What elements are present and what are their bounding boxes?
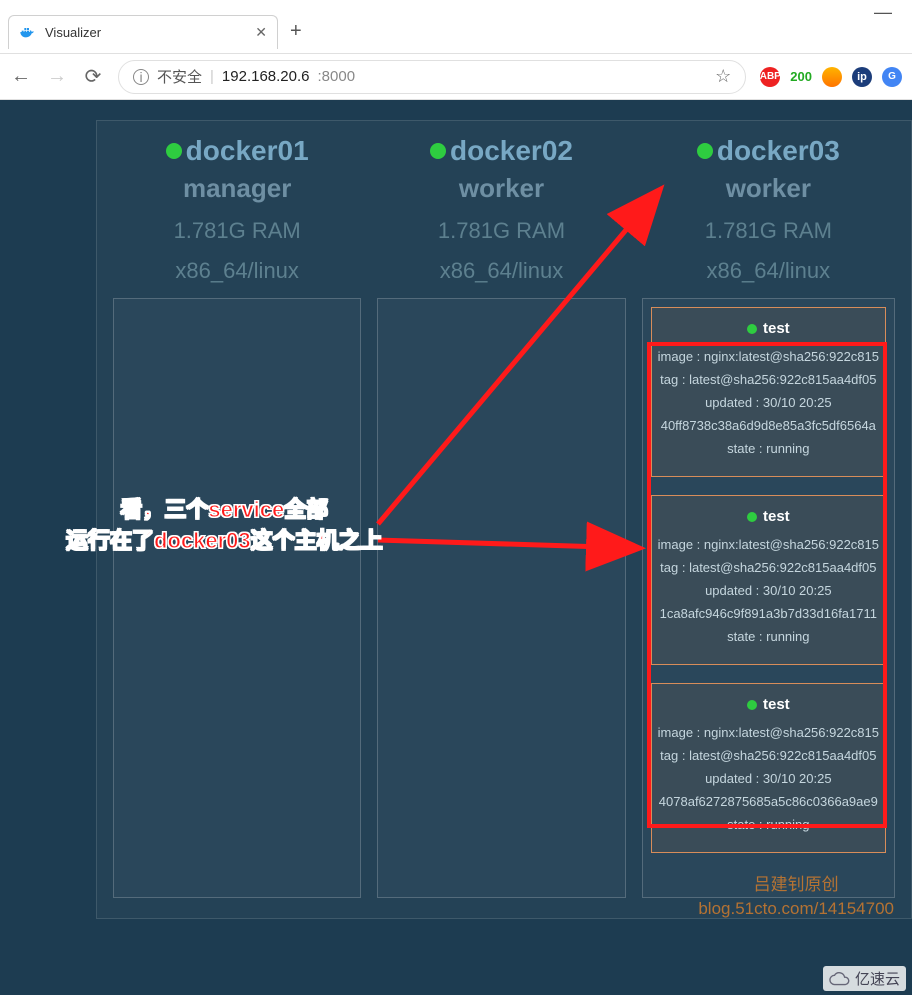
task-area: test image : nginx:latest@sha256:922c815… <box>642 298 895 898</box>
task-id: 40ff8738c38a6d9d8e85a3fc5df6564a <box>658 418 879 433</box>
task-title: test <box>658 508 879 525</box>
translate-icon[interactable]: G <box>882 67 902 87</box>
adblock-icon[interactable]: ABP <box>760 67 780 87</box>
task-tag: tag : latest@sha256:922c815aa4df05 <box>658 560 879 575</box>
annotation-line1: 看，三个service全部 <box>120 497 328 522</box>
extension-badge: 200 <box>790 69 812 84</box>
task-state: state : running <box>658 817 879 832</box>
task-card[interactable]: test image : nginx:latest@sha256:922c815… <box>651 307 886 477</box>
node-docker03: docker03 worker 1.781G RAM x86_64/linux … <box>642 135 895 898</box>
node-role: manager <box>166 173 309 204</box>
task-id: 4078af6272875685a5c86c0366a9ae9 <box>658 794 879 809</box>
security-label: 不安全 <box>157 66 202 87</box>
node-arch: x86_64/linux <box>697 258 840 284</box>
task-image: image : nginx:latest@sha256:922c815 <box>658 725 879 740</box>
task-updated: updated : 30/10 20:25 <box>658 583 879 598</box>
status-dot-icon <box>430 143 446 159</box>
task-updated: updated : 30/10 20:25 <box>658 771 879 786</box>
node-arch: x86_64/linux <box>430 258 573 284</box>
node-role: worker <box>697 173 840 204</box>
annotation-line2: 运行在了docker03这个主机之上 <box>66 528 383 553</box>
node-name: docker02 <box>430 135 573 167</box>
task-area <box>377 298 625 898</box>
favicon-docker-icon <box>19 24 35 40</box>
task-state: state : running <box>658 441 879 456</box>
node-ram: 1.781G RAM <box>166 218 309 244</box>
status-dot-icon <box>747 512 757 522</box>
new-tab-button[interactable]: + <box>290 20 302 43</box>
status-dot-icon <box>747 324 757 334</box>
annotation-text: 看，三个service全部 运行在了docker03这个主机之上 <box>66 495 383 557</box>
node-header: docker01 manager 1.781G RAM x86_64/linux <box>166 135 309 284</box>
browser-toolbar: ← → ⟳ i 不安全 | 192.168.20.6 :8000 ☆ ABP 20… <box>0 54 912 100</box>
task-area <box>113 298 361 898</box>
task-image: image : nginx:latest@sha256:922c815 <box>658 349 879 364</box>
node-ram: 1.781G RAM <box>697 218 840 244</box>
task-card[interactable]: test image : nginx:latest@sha256:922c815… <box>651 683 886 853</box>
extension-icons: ABP 200 ip G <box>760 67 902 87</box>
task-id: 1ca8afc946c9f891a3b7d33d16fa1711 <box>658 606 879 621</box>
task-tag: tag : latest@sha256:922c815aa4df05 <box>658 372 879 387</box>
watermark-brand: 亿速云 <box>823 966 906 991</box>
task-updated: updated : 30/10 20:25 <box>658 395 879 410</box>
node-name: docker03 <box>697 135 840 167</box>
status-dot-icon <box>697 143 713 159</box>
forward-button[interactable]: → <box>46 65 68 88</box>
task-title: test <box>658 320 879 337</box>
visualizer-page: docker01 manager 1.781G RAM x86_64/linux… <box>0 100 912 995</box>
divider: | <box>210 68 214 85</box>
url-host: 192.168.20.6 <box>222 68 310 85</box>
bookmark-star-icon[interactable]: ☆ <box>715 66 731 87</box>
watermark-brand-text: 亿速云 <box>855 968 900 989</box>
node-arch: x86_64/linux <box>166 258 309 284</box>
address-bar[interactable]: i 不安全 | 192.168.20.6 :8000 ☆ <box>118 60 746 94</box>
task-image: image : nginx:latest@sha256:922c815 <box>658 537 879 552</box>
ip-extension-icon[interactable]: ip <box>852 67 872 87</box>
node-ram: 1.781G RAM <box>430 218 573 244</box>
site-info-icon[interactable]: i <box>133 69 149 85</box>
url-port: :8000 <box>318 68 356 85</box>
task-title: test <box>658 696 879 713</box>
node-header: docker02 worker 1.781G RAM x86_64/linux <box>430 135 573 284</box>
reload-button[interactable]: ⟳ <box>82 64 104 89</box>
cloud-icon <box>829 971 851 987</box>
task-state: state : running <box>658 629 879 644</box>
node-name: docker01 <box>166 135 309 167</box>
back-button[interactable]: ← <box>10 65 32 88</box>
node-docker02: docker02 worker 1.781G RAM x86_64/linux <box>377 135 625 898</box>
task-card[interactable]: test image : nginx:latest@sha256:922c815… <box>651 495 886 665</box>
tab-strip: Visualizer ✕ + <box>0 10 912 54</box>
window-controls: — <box>0 0 912 10</box>
close-tab-icon[interactable]: ✕ <box>255 24 267 41</box>
node-role: worker <box>430 173 573 204</box>
tab-title: Visualizer <box>45 25 245 40</box>
task-tag: tag : latest@sha256:922c815aa4df05 <box>658 748 879 763</box>
avast-icon[interactable] <box>822 67 842 87</box>
status-dot-icon <box>747 700 757 710</box>
minimize-button[interactable]: — <box>874 2 892 23</box>
node-header: docker03 worker 1.781G RAM x86_64/linux <box>697 135 840 284</box>
browser-tab[interactable]: Visualizer ✕ <box>8 15 278 49</box>
status-dot-icon <box>166 143 182 159</box>
